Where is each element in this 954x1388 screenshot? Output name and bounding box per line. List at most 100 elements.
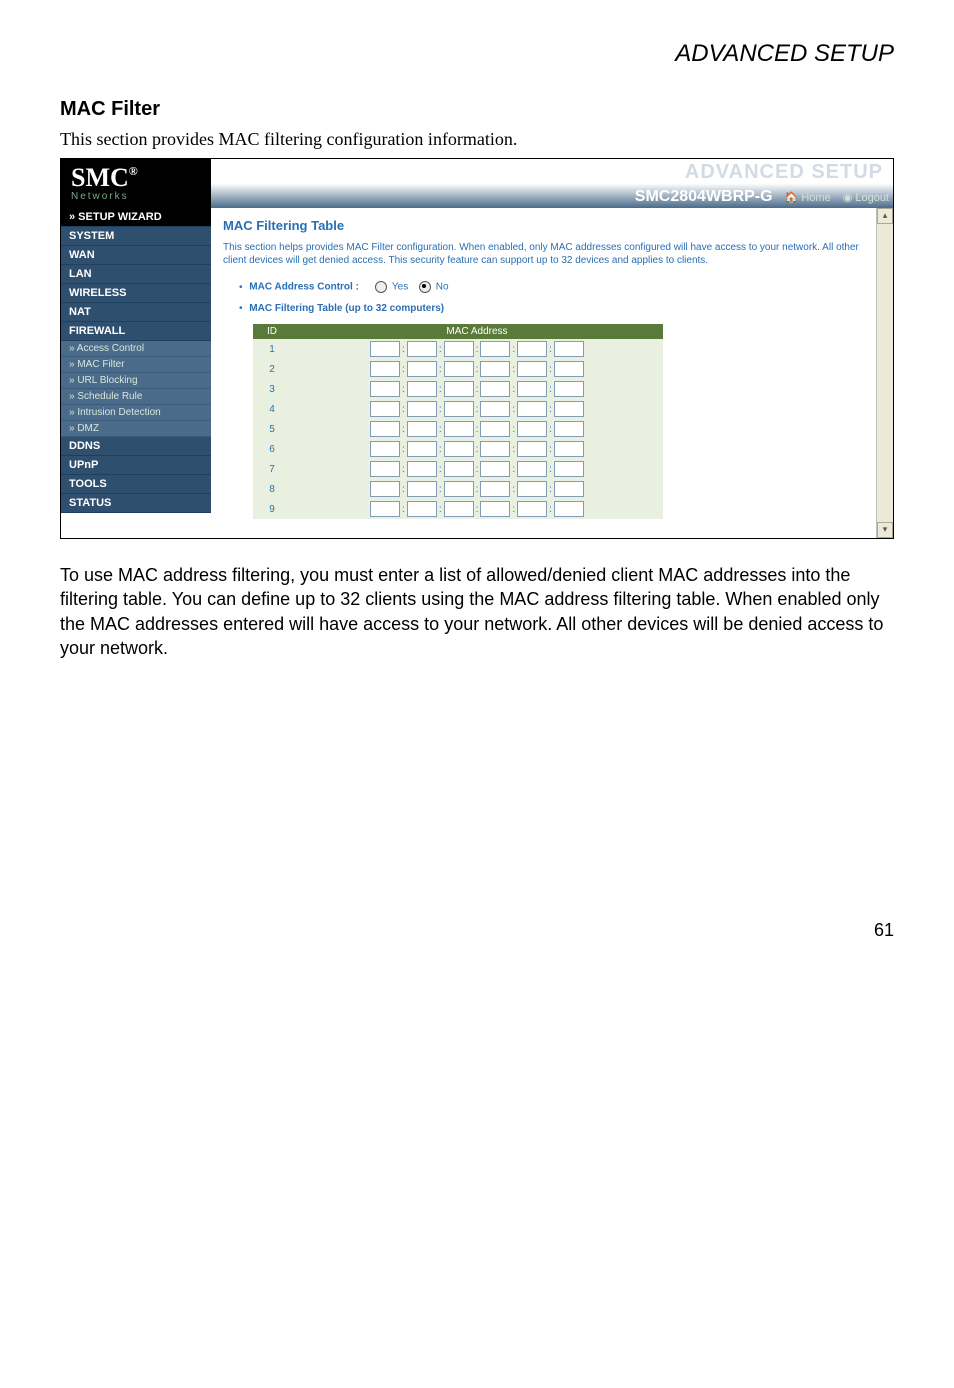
nav-ddns[interactable]: DDNS	[61, 437, 211, 456]
subnav-mac-filter[interactable]: » MAC Filter	[61, 357, 211, 373]
mac-octet-input[interactable]	[407, 481, 437, 497]
mac-octet-input[interactable]	[370, 441, 400, 457]
mac-octet-input[interactable]	[480, 481, 510, 497]
table-row-id: 6	[253, 439, 291, 459]
mac-octet-input[interactable]	[370, 381, 400, 397]
mac-octet-input[interactable]	[370, 481, 400, 497]
scroll-down-icon[interactable]: ▾	[877, 522, 893, 538]
radio-yes[interactable]	[375, 281, 387, 293]
mac-octet-input[interactable]	[480, 381, 510, 397]
mac-octet-input[interactable]	[407, 421, 437, 437]
col-id: ID	[253, 324, 291, 339]
mac-octet-input[interactable]	[554, 441, 584, 457]
mac-octet-input[interactable]	[407, 341, 437, 357]
mac-octet-input[interactable]	[554, 481, 584, 497]
table-row-mac: :::::	[291, 439, 663, 459]
mac-octet-input[interactable]	[370, 501, 400, 517]
mac-octet-input[interactable]	[517, 441, 547, 457]
mac-octet-input[interactable]	[444, 421, 474, 437]
mac-octet-input[interactable]	[480, 341, 510, 357]
mac-octet-input[interactable]	[407, 381, 437, 397]
mac-octet-input[interactable]	[517, 401, 547, 417]
page-header: ADVANCED SETUP	[60, 40, 894, 68]
mac-octet-input[interactable]	[370, 421, 400, 437]
home-link[interactable]: 🏠 Home	[785, 191, 831, 204]
subnav-access-control[interactable]: » Access Control	[61, 341, 211, 357]
mac-octet-input[interactable]	[480, 401, 510, 417]
model-name: SMC2804WBRP-G	[635, 188, 773, 206]
table-row-id: 4	[253, 399, 291, 419]
mac-octet-input[interactable]	[407, 361, 437, 377]
mac-octet-input[interactable]	[444, 401, 474, 417]
nav-nat[interactable]: NAT	[61, 303, 211, 322]
mac-octet-input[interactable]	[517, 421, 547, 437]
nav-wan[interactable]: WAN	[61, 246, 211, 265]
mac-octet-input[interactable]	[370, 401, 400, 417]
mac-octet-input[interactable]	[444, 381, 474, 397]
nav-tools[interactable]: TOOLS	[61, 475, 211, 494]
banner-ghost-text: ADVANCED SETUP	[685, 161, 883, 184]
mac-octet-input[interactable]	[444, 501, 474, 517]
table-row-mac: :::::	[291, 419, 663, 439]
mac-table-label: • MAC Filtering Table (up to 32 computer…	[239, 303, 881, 314]
mac-octet-input[interactable]	[407, 461, 437, 477]
subnav-url-blocking[interactable]: » URL Blocking	[61, 373, 211, 389]
subnav-intrusion-detection[interactable]: » Intrusion Detection	[61, 405, 211, 421]
table-row-id: 3	[253, 379, 291, 399]
mac-octet-input[interactable]	[554, 461, 584, 477]
table-row-mac: :::::	[291, 479, 663, 499]
radio-no[interactable]	[419, 281, 431, 293]
nav-system[interactable]: SYSTEM	[61, 227, 211, 246]
mac-octet-input[interactable]	[480, 501, 510, 517]
mac-octet-input[interactable]	[480, 441, 510, 457]
mac-octet-input[interactable]	[517, 481, 547, 497]
mac-octet-input[interactable]	[517, 341, 547, 357]
mac-octet-input[interactable]	[370, 341, 400, 357]
nav-upnp[interactable]: UPnP	[61, 456, 211, 475]
table-row-mac: :::::	[291, 339, 663, 359]
nav-status[interactable]: STATUS	[61, 494, 211, 513]
mac-octet-input[interactable]	[554, 341, 584, 357]
nav-lan[interactable]: LAN	[61, 265, 211, 284]
scroll-up-icon[interactable]: ▴	[877, 208, 893, 224]
table-row-mac: :::::	[291, 379, 663, 399]
mac-octet-input[interactable]	[517, 361, 547, 377]
nav-firewall[interactable]: FIREWALL	[61, 322, 211, 341]
table-row-mac: :::::	[291, 359, 663, 379]
mac-octet-input[interactable]	[407, 501, 437, 517]
mac-octet-input[interactable]	[517, 461, 547, 477]
section-title: MAC Filter	[60, 98, 894, 121]
subnav-dmz[interactable]: » DMZ	[61, 421, 211, 437]
table-row-id: 8	[253, 479, 291, 499]
panel-description: This section helps provides MAC Filter c…	[223, 241, 881, 267]
mac-octet-input[interactable]	[554, 361, 584, 377]
mac-octet-input[interactable]	[444, 481, 474, 497]
table-row-mac: :::::	[291, 459, 663, 479]
mac-octet-input[interactable]	[517, 381, 547, 397]
mac-octet-input[interactable]	[554, 381, 584, 397]
nav-wireless[interactable]: WIRELESS	[61, 284, 211, 303]
mac-octet-input[interactable]	[480, 361, 510, 377]
router-screenshot: SMC® Networks ADVANCED SETUP SMC2804WBRP…	[60, 158, 894, 539]
scrollbar[interactable]: ▴ ▾	[876, 208, 893, 538]
logout-link[interactable]: ◉ Logout	[843, 191, 889, 204]
mac-octet-input[interactable]	[444, 441, 474, 457]
mac-octet-input[interactable]	[517, 501, 547, 517]
col-mac: MAC Address	[291, 324, 663, 339]
mac-octet-input[interactable]	[554, 501, 584, 517]
mac-octet-input[interactable]	[444, 361, 474, 377]
mac-octet-input[interactable]	[444, 461, 474, 477]
mac-octet-input[interactable]	[407, 441, 437, 457]
mac-octet-input[interactable]	[370, 361, 400, 377]
table-row-id: 5	[253, 419, 291, 439]
mac-octet-input[interactable]	[407, 401, 437, 417]
mac-octet-input[interactable]	[370, 461, 400, 477]
table-row-id: 9	[253, 499, 291, 519]
mac-octet-input[interactable]	[444, 341, 474, 357]
subnav-schedule-rule[interactable]: » Schedule Rule	[61, 389, 211, 405]
nav-setup-wizard[interactable]: » SETUP WIZARD	[61, 208, 211, 227]
mac-octet-input[interactable]	[554, 421, 584, 437]
mac-octet-input[interactable]	[554, 401, 584, 417]
mac-octet-input[interactable]	[480, 421, 510, 437]
mac-octet-input[interactable]	[480, 461, 510, 477]
